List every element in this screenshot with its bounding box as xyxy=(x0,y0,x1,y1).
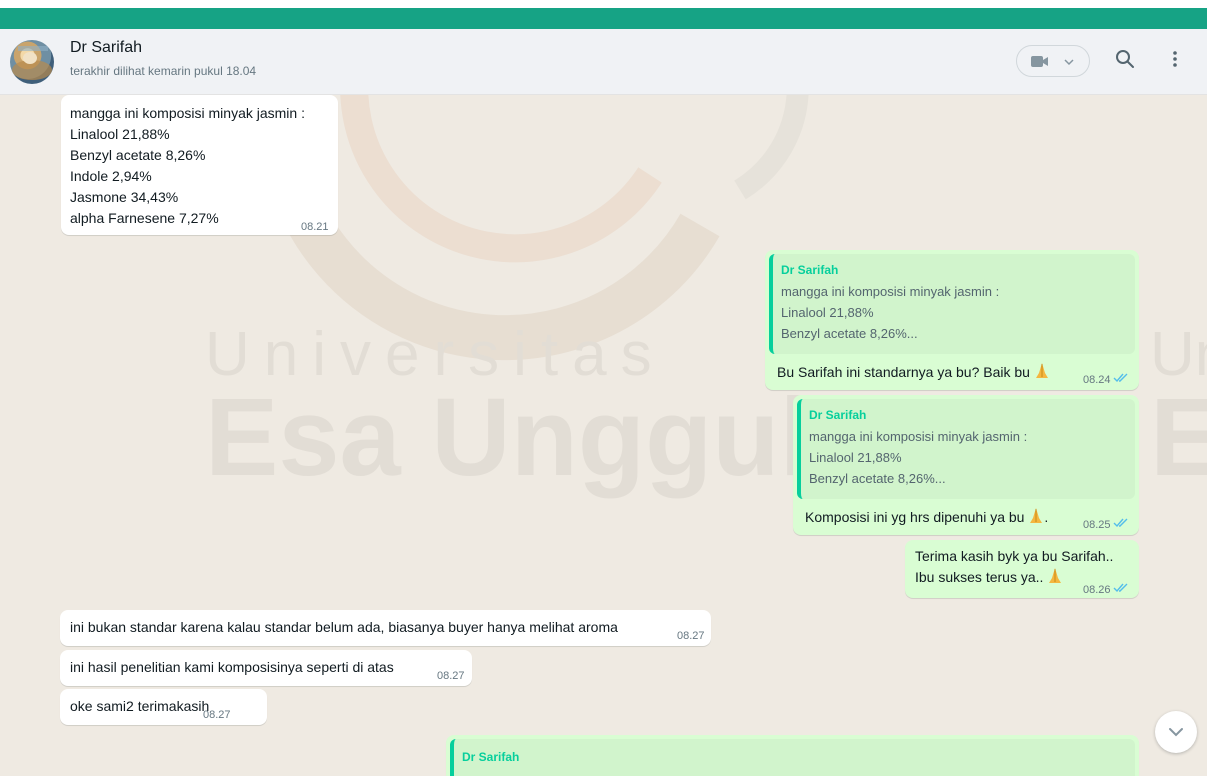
message-time: 08.27 xyxy=(437,670,465,682)
chat-area[interactable]: Universitas Esa Unggul Un E mangga ini k… xyxy=(0,95,1207,776)
message-line: Linalool 21,88% xyxy=(70,126,170,142)
message-bubble-outgoing[interactable]: Dr Sarifah mangga ini komposisi minyak j… xyxy=(765,250,1139,390)
chat-header[interactable]: Dr Sarifah terakhir dilihat kemarin puku… xyxy=(0,29,1207,95)
message-time: 08.27 xyxy=(203,709,231,721)
message-line: Jasmone 34,43% xyxy=(70,189,179,205)
message-time: 08.21 xyxy=(301,221,329,233)
quoted-line: Benzyl acetate 8,26%... xyxy=(781,326,918,341)
message-text: ini hasil penelitian kami komposisinya s… xyxy=(70,659,394,675)
search-icon[interactable] xyxy=(1115,49,1135,69)
quoted-author: Dr Sarifah xyxy=(462,750,520,764)
message-time: 08.24 xyxy=(1083,374,1111,386)
double-check-icon xyxy=(1113,518,1128,528)
message-bubble-incoming[interactable]: oke sami2 terimakasih 08.27 xyxy=(60,689,267,725)
watermark-right1: Un xyxy=(1150,320,1207,389)
message-bubble-incoming[interactable]: mangga ini komposisi minyak jasmin : Lin… xyxy=(61,95,338,235)
watermark-line1: Universitas xyxy=(205,320,666,389)
quoted-author: Dr Sarifah xyxy=(781,263,839,277)
message-time: 08.25 xyxy=(1083,519,1111,531)
window-top-strip xyxy=(0,0,1207,8)
message-bubble-outgoing[interactable]: Terima kasih byk ya bu Sarifah.. Ibu suk… xyxy=(905,540,1139,598)
message-line: Benzyl acetate 8,26% xyxy=(70,147,206,163)
video-call-icon xyxy=(1031,56,1074,67)
message-bubble-incoming[interactable]: ini bukan standar karena kalau standar b… xyxy=(60,610,711,646)
message-bubble-incoming[interactable]: ini hasil penelitian kami komposisinya s… xyxy=(60,650,472,686)
folded-hands-emoji xyxy=(1049,568,1062,583)
chevron-down-icon xyxy=(1169,728,1183,737)
scroll-to-bottom-button[interactable] xyxy=(1155,711,1197,753)
chevron-down-icon xyxy=(1064,59,1074,66)
message-text-suffix: . xyxy=(1044,509,1049,525)
app-header-bar xyxy=(0,8,1207,29)
folded-hands-emoji xyxy=(1035,363,1048,378)
message-text: oke sami2 terimakasih xyxy=(70,698,210,714)
menu-icon[interactable] xyxy=(1165,49,1185,69)
watermark-line2: Esa Unggul xyxy=(205,376,810,499)
quoted-line: Linalool 21,88% xyxy=(809,450,902,465)
message-line: Indole 2,94% xyxy=(70,168,152,184)
quoted-line: mangga ini komposisi minyak jasmin : xyxy=(809,429,1028,444)
video-call-button[interactable] xyxy=(1016,45,1090,77)
quoted-line: Linalool 21,88% xyxy=(781,305,874,320)
message-bubble-outgoing[interactable]: Dr Sarifah xyxy=(446,735,1139,776)
message-text: ini bukan standar karena kalau standar b… xyxy=(70,619,618,635)
double-check-icon xyxy=(1113,373,1128,383)
message-line: Terima kasih byk ya bu Sarifah.. xyxy=(915,548,1114,564)
message-line: mangga ini komposisi minyak jasmin : xyxy=(70,105,305,121)
quoted-message[interactable]: Dr Sarifah mangga ini komposisi minyak j… xyxy=(797,399,1135,499)
folded-hands-emoji xyxy=(1030,508,1043,523)
quoted-line: mangga ini komposisi minyak jasmin : xyxy=(781,284,1000,299)
message-line: alpha Farnesene 7,27% xyxy=(70,210,219,226)
avatar[interactable] xyxy=(10,40,54,84)
message-time: 08.26 xyxy=(1083,584,1111,596)
quoted-message[interactable]: Dr Sarifah mangga ini komposisi minyak j… xyxy=(769,254,1135,354)
quoted-author: Dr Sarifah xyxy=(809,408,867,422)
message-text-wrap: Bu Sarifah ini standarnya ya bu? Baik bu xyxy=(777,362,1050,383)
quoted-line: Benzyl acetate 8,26%... xyxy=(809,471,946,486)
watermark-right2: E xyxy=(1150,376,1207,499)
message-line: Ibu sukses terus ya.. xyxy=(915,569,1044,585)
contact-status: terakhir dilihat kemarin pukul 18.04 xyxy=(70,64,257,78)
message-time: 08.27 xyxy=(677,630,705,642)
contact-name[interactable]: Dr Sarifah xyxy=(70,39,142,57)
message-text: Bu Sarifah ini standarnya ya bu? Baik bu xyxy=(777,364,1030,380)
double-check-icon xyxy=(1113,583,1128,593)
message-text: Komposisi ini yg hrs dipenuhi ya bu xyxy=(805,509,1025,525)
message-bubble-outgoing[interactable]: Dr Sarifah mangga ini komposisi minyak j… xyxy=(793,395,1139,535)
quoted-message[interactable]: Dr Sarifah xyxy=(450,739,1135,776)
message-text-wrap: Komposisi ini yg hrs dipenuhi ya bu . xyxy=(805,507,1048,528)
